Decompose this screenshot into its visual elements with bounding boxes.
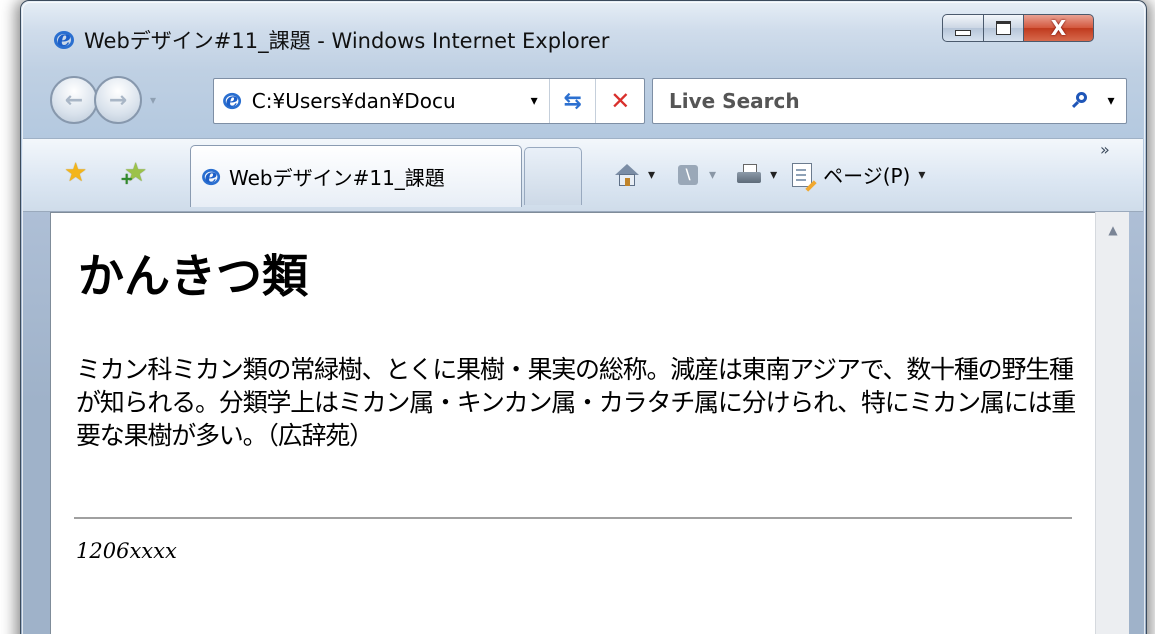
page-menu-button[interactable]: ページ(P) [823, 160, 910, 189]
minimize-button[interactable] [942, 14, 984, 42]
forward-button[interactable]: → [94, 76, 142, 124]
forward-arrow-icon: → [108, 87, 128, 113]
close-button[interactable]: X [1024, 14, 1094, 42]
add-to-favorites-icon[interactable]: ★ + [120, 160, 147, 188]
home-icon [615, 163, 639, 186]
horizontal-rule [74, 517, 1072, 519]
minimize-icon [955, 30, 971, 36]
tab-label: Webデザイン#11_課題 [229, 166, 445, 190]
maximize-icon [996, 21, 1011, 35]
scroll-up-arrow-icon[interactable]: ▲ [1096, 218, 1130, 242]
toolbar-overflow-chevron[interactable]: » [1100, 140, 1110, 159]
back-button[interactable]: ← [50, 76, 98, 124]
tab-active[interactable]: e Webデザイン#11_課題 [190, 145, 522, 207]
add-favorites-plus: + [120, 169, 134, 188]
page-menu-dropdown[interactable]: ▾ [918, 167, 925, 183]
title-bar: e Webデザイン#11_課題 - Windows Internet Explo… [54, 25, 609, 55]
favorites-center-icon[interactable]: ★ [64, 160, 87, 186]
vertical-scrollbar[interactable]: ▲ [1095, 212, 1129, 634]
tab-page-icon: e [202, 164, 222, 187]
page-footer: 1206xxxx [76, 539, 177, 563]
home-button[interactable] [614, 162, 640, 188]
print-button[interactable] [736, 162, 762, 188]
page-menu-icon-wrap [789, 162, 817, 192]
stop-button[interactable]: ✕ [596, 79, 644, 123]
new-tab-button[interactable] [524, 147, 582, 205]
feeds-dropdown[interactable]: ▾ [709, 167, 716, 183]
search-button[interactable] [1066, 92, 1096, 110]
browser-window: e Webデザイン#11_課題 - Windows Internet Explo… [0, 0, 1155, 634]
recent-pages-dropdown[interactable]: ▾ [150, 93, 156, 107]
page-icon: e [223, 88, 243, 112]
address-input[interactable]: C:¥Users¥dan¥Docu [252, 89, 519, 113]
print-dropdown[interactable]: ▾ [770, 167, 777, 183]
feeds-button[interactable]: \ [675, 162, 701, 188]
search-input[interactable]: Live Search [669, 89, 1066, 113]
caption-buttons: X [942, 14, 1094, 42]
printer-icon [737, 163, 762, 186]
page-paragraph: ミカン科ミカン類の常緑樹、とくに果樹・果実の総称。減産は東南アジアで、数十種の野… [76, 355, 1076, 450]
close-icon: X [1050, 16, 1067, 40]
maximize-button[interactable] [984, 14, 1024, 42]
ie-logo-icon: e [54, 26, 76, 52]
search-box: Live Search ▾ [652, 78, 1127, 124]
command-items: ▾ \ ▾ ▾ ページ(P) ▾ [614, 160, 925, 192]
search-options-dropdown[interactable]: ▾ [1096, 93, 1126, 109]
feed-icon: \ [678, 164, 699, 185]
refresh-button[interactable]: ⇆ [550, 79, 596, 123]
home-dropdown[interactable]: ▾ [648, 167, 655, 183]
page-icon [792, 162, 817, 192]
back-arrow-icon: ← [64, 87, 84, 113]
page-heading: かんきつ類 [78, 249, 308, 303]
window-title: Webデザイン#11_課題 - Windows Internet Explore… [84, 29, 610, 53]
search-icon [1071, 92, 1090, 110]
back-forward-group: ← → ▾ [50, 76, 156, 124]
address-dropdown[interactable]: ▾ [519, 93, 549, 109]
address-bar: e C:¥Users¥dan¥Docu ▾ ⇆ ✕ [213, 78, 645, 124]
